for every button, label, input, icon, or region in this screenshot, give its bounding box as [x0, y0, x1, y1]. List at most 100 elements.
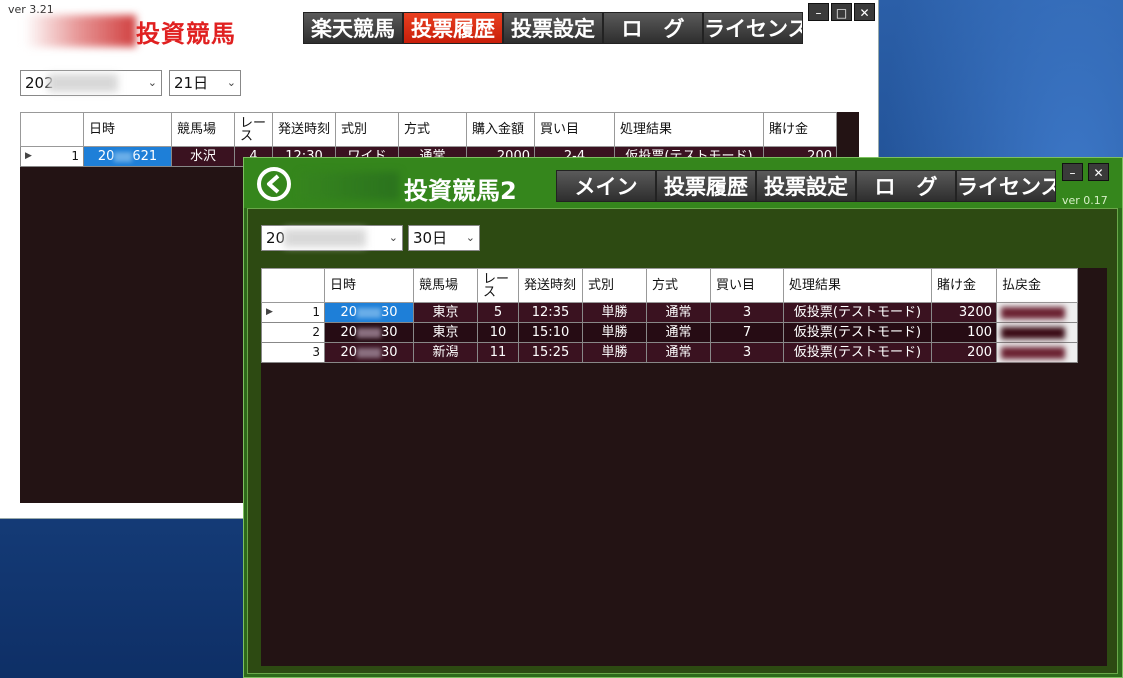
- triangle-right-icon: ▶: [266, 307, 273, 317]
- redacted-payout: [1001, 326, 1065, 339]
- redacted-title-prefix: [24, 15, 136, 47]
- col-race[interactable]: レース: [477, 268, 519, 303]
- col-result[interactable]: 処理結果: [614, 112, 764, 147]
- col-time[interactable]: 発送時刻: [272, 112, 336, 147]
- cell-venue[interactable]: 水沢: [171, 146, 235, 167]
- cell-bet[interactable]: 200: [931, 342, 997, 363]
- cell-type[interactable]: 単勝: [582, 302, 647, 323]
- cell-datetime[interactable]: 20 30: [324, 322, 414, 343]
- col-bet[interactable]: 賭け金: [931, 268, 997, 303]
- chevron-down-icon: ⌄: [147, 76, 157, 89]
- cell-datetime[interactable]: 20 621: [83, 146, 172, 167]
- col-bet[interactable]: 賭け金: [763, 112, 837, 147]
- close-button[interactable]: ✕: [854, 3, 875, 21]
- col-venue[interactable]: 競馬場: [171, 112, 235, 147]
- table-row[interactable]: ▶ 1 20 30 東京 5 12:35 単勝 通常 3 仮投票(テストモード) 3…: [261, 302, 1078, 323]
- day-select-value: 30日: [413, 229, 448, 247]
- chevron-down-icon: ⌄: [388, 231, 398, 244]
- close-button[interactable]: ✕: [1088, 163, 1109, 181]
- nav-vote-history-button[interactable]: 投票履歴: [403, 12, 503, 44]
- col-picks[interactable]: 買い目: [534, 112, 615, 147]
- cell-time[interactable]: 12:35: [518, 302, 583, 323]
- col-type[interactable]: 式別: [582, 268, 647, 303]
- nav-vote-settings-button[interactable]: 投票設定: [756, 170, 856, 202]
- row-header[interactable]: 3: [261, 342, 325, 363]
- redacted-date: [357, 347, 381, 358]
- chevron-down-icon: ⌄: [226, 76, 236, 89]
- cell-type[interactable]: 単勝: [582, 342, 647, 363]
- row-header[interactable]: ▶ 1: [20, 146, 84, 167]
- row-header[interactable]: ▶ 1: [261, 302, 325, 323]
- cell-bet[interactable]: 100: [931, 322, 997, 343]
- chevron-down-icon: ⌄: [465, 231, 475, 244]
- col-payout[interactable]: 払戻金: [996, 268, 1078, 303]
- cell-result[interactable]: 仮投票(テストモード): [783, 322, 932, 343]
- cell-time[interactable]: 15:10: [518, 322, 583, 343]
- nav-vote-settings-button[interactable]: 投票設定: [503, 12, 603, 44]
- cell-method[interactable]: 通常: [646, 322, 711, 343]
- cell-method[interactable]: 通常: [646, 342, 711, 363]
- col-venue[interactable]: 競馬場: [413, 268, 478, 303]
- cell-payout-redacted[interactable]: [996, 322, 1078, 343]
- cell-type[interactable]: 単勝: [582, 322, 647, 343]
- cell-venue[interactable]: 新潟: [413, 342, 478, 363]
- app-title: 投資競馬: [136, 20, 236, 48]
- corner-header: [261, 268, 325, 303]
- redacted-title-prefix: [299, 172, 399, 200]
- col-race[interactable]: レース: [234, 112, 273, 147]
- minimize-button[interactable]: –: [808, 3, 829, 21]
- corner-header: [20, 112, 84, 147]
- horseshoe-logo-icon: [257, 167, 291, 201]
- cell-time[interactable]: 15:25: [518, 342, 583, 363]
- nav-log-button[interactable]: ロ グ: [856, 170, 956, 202]
- day-select[interactable]: 30日 ⌄: [408, 225, 480, 251]
- maximize-button[interactable]: □: [831, 3, 852, 21]
- cell-result[interactable]: 仮投票(テストモード): [783, 342, 932, 363]
- cell-payout-redacted[interactable]: [996, 342, 1078, 363]
- col-datetime[interactable]: 日時: [83, 112, 172, 147]
- col-datetime[interactable]: 日時: [324, 268, 414, 303]
- date-select-value: 20: [266, 229, 286, 247]
- cell-picks[interactable]: 3: [710, 302, 784, 323]
- col-method[interactable]: 方式: [398, 112, 467, 147]
- content-panel: 20 ⌄ 30日 ⌄ 日時 競馬場 レース 発送時刻 式別 方式 買い目 処理結…: [247, 208, 1118, 674]
- cell-picks[interactable]: 3: [710, 342, 784, 363]
- col-amount[interactable]: 購入金額: [466, 112, 535, 147]
- cell-race[interactable]: 5: [477, 302, 519, 323]
- cell-bet[interactable]: 3200: [931, 302, 997, 323]
- cell-datetime[interactable]: 20 30: [324, 342, 414, 363]
- nav-license-button[interactable]: ライセンス: [956, 170, 1056, 202]
- nav-log-button[interactable]: ロ グ: [603, 12, 703, 44]
- redacted-date: [48, 74, 118, 92]
- row-header[interactable]: 2: [261, 322, 325, 343]
- cell-picks[interactable]: 7: [710, 322, 784, 343]
- cell-datetime[interactable]: 20 30: [324, 302, 414, 323]
- triangle-right-icon: ▶: [25, 151, 32, 161]
- nav-main-button[interactable]: メイン: [556, 170, 656, 202]
- minimize-button[interactable]: –: [1062, 163, 1083, 181]
- day-select[interactable]: 21日 ⌄: [169, 70, 241, 96]
- app-title: 投資競馬2: [404, 177, 517, 205]
- col-picks[interactable]: 買い目: [710, 268, 784, 303]
- col-type[interactable]: 式別: [335, 112, 399, 147]
- cell-venue[interactable]: 東京: [413, 302, 478, 323]
- cell-race[interactable]: 10: [477, 322, 519, 343]
- cell-result[interactable]: 仮投票(テストモード): [783, 302, 932, 323]
- redacted-date: [357, 307, 381, 318]
- cell-method[interactable]: 通常: [646, 302, 711, 323]
- nav-rakuten-keiba-button[interactable]: 楽天競馬: [303, 12, 403, 44]
- table-row[interactable]: 2 20 30 東京 10 15:10 単勝 通常 7 仮投票(テストモード) 1…: [261, 322, 1078, 343]
- history-grid[interactable]: 日時 競馬場 レース 発送時刻 式別 方式 買い目 処理結果 賭け金 払戻金 ▶: [261, 268, 1107, 666]
- redacted-date: [284, 229, 366, 247]
- cell-payout-redacted[interactable]: [996, 302, 1078, 323]
- nav-license-button[interactable]: ライセンス: [703, 12, 803, 44]
- col-method[interactable]: 方式: [646, 268, 711, 303]
- cell-venue[interactable]: 東京: [413, 322, 478, 343]
- col-time[interactable]: 発送時刻: [518, 268, 583, 303]
- history-table: 日時 競馬場 レース 発送時刻 式別 方式 買い目 処理結果 賭け金 払戻金 ▶: [261, 268, 1078, 363]
- col-result[interactable]: 処理結果: [783, 268, 932, 303]
- redacted-payout: [1001, 306, 1065, 319]
- nav-vote-history-button[interactable]: 投票履歴: [656, 170, 756, 202]
- table-row[interactable]: 3 20 30 新潟 11 15:25 単勝 通常 3 仮投票(テストモード) 2…: [261, 342, 1078, 363]
- cell-race[interactable]: 11: [477, 342, 519, 363]
